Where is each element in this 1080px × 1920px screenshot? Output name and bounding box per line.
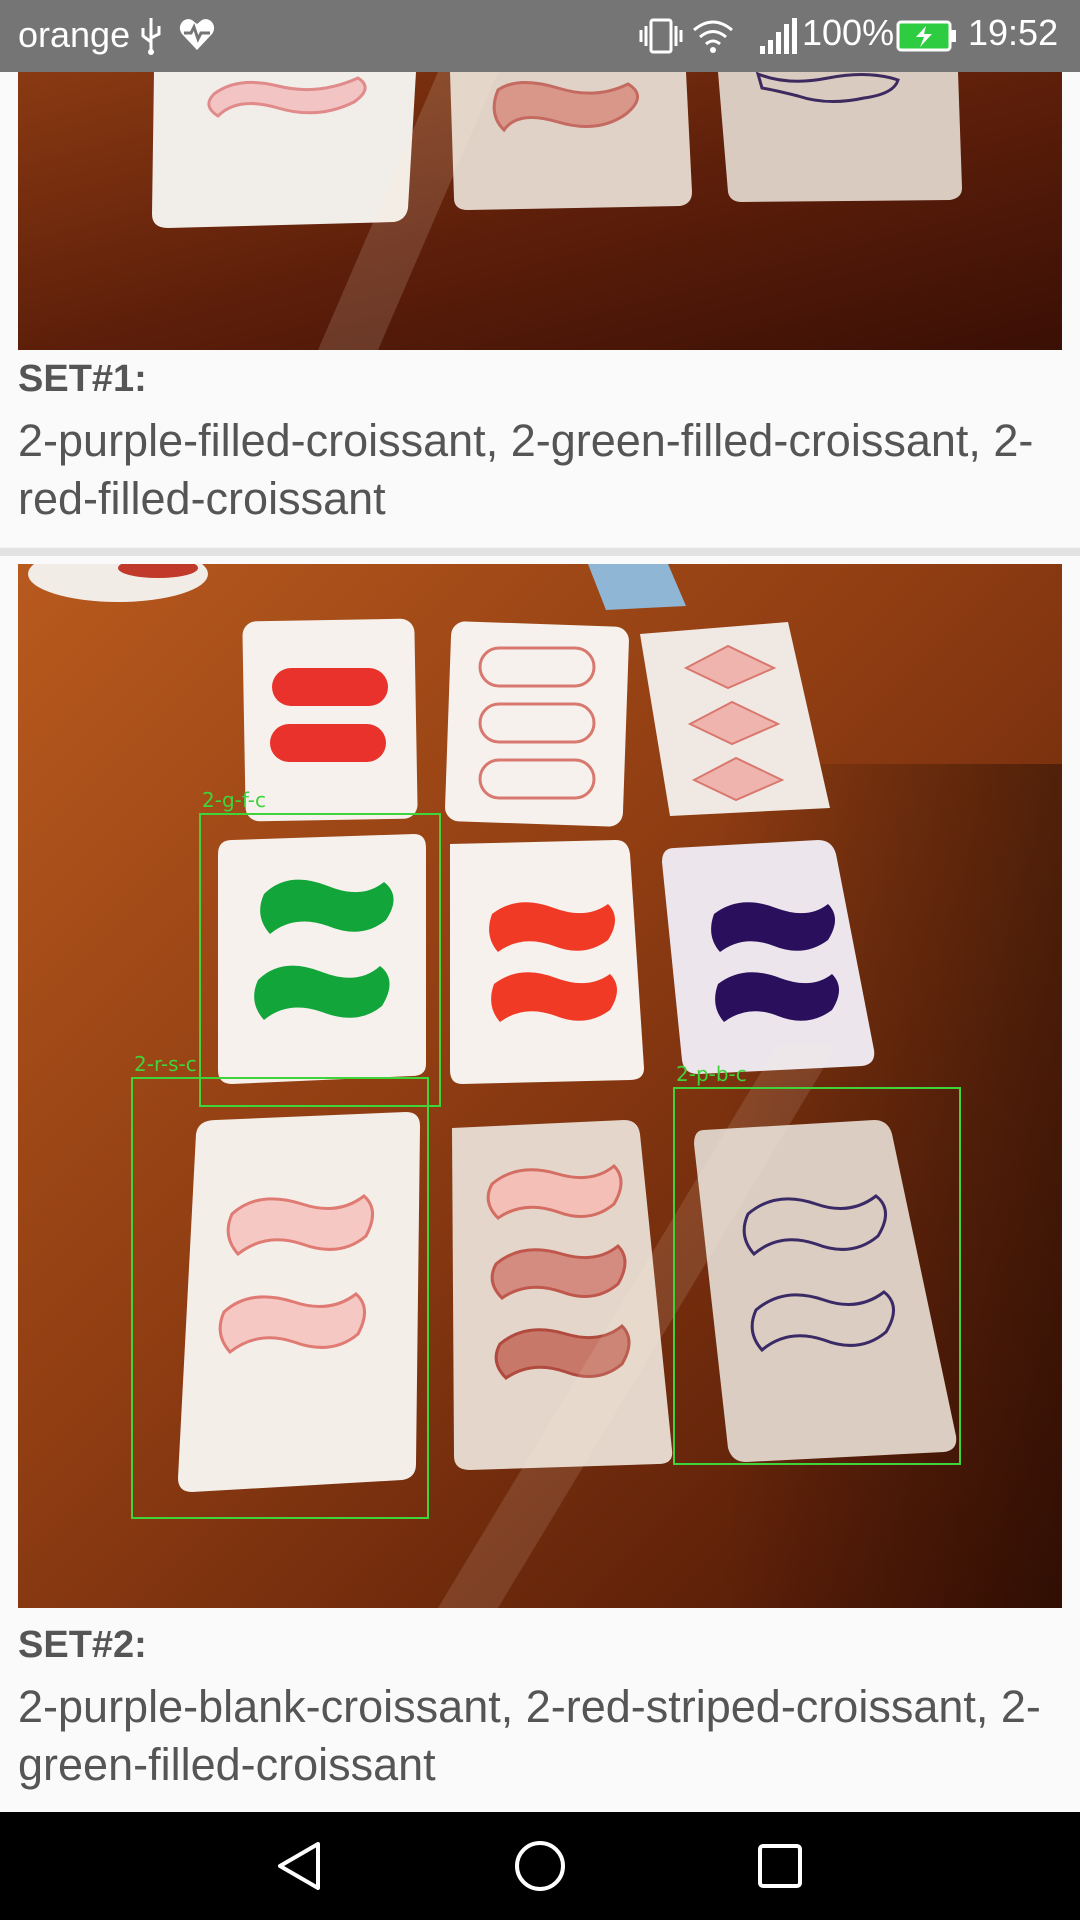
result-card-set2: 2-g-f-c 2-r-s-c 2-p-b-c SET#2: 2-purple-… [0, 556, 1080, 1812]
detection-label-3: 2-p-b-c [676, 1062, 747, 1086]
detection-label-1: 2-g-f-c [202, 788, 266, 812]
usb-icon [141, 18, 161, 55]
set2-photo: 2-g-f-c 2-r-s-c 2-p-b-c [18, 564, 1062, 1608]
set2-title: SET#2: [18, 1624, 147, 1666]
health-icon [179, 19, 215, 50]
detection-label-2: 2-r-s-c [134, 1052, 197, 1076]
set1-photo [18, 72, 1062, 350]
wifi-icon [693, 20, 733, 53]
results-list[interactable]: SET#1: 2-purple-filled-croissant, 2-gree… [0, 72, 1080, 1812]
result-card-set1: SET#1: 2-purple-filled-croissant, 2-gree… [0, 72, 1080, 547]
signal-icon [760, 18, 797, 54]
battery-percent: 100% [802, 12, 895, 53]
back-icon[interactable] [260, 1834, 340, 1898]
set2-cards: 2-purple-blank-croissant, 2-red-striped-… [18, 1681, 1041, 1790]
recents-icon[interactable] [740, 1834, 820, 1898]
set1-cards: 2-purple-filled-croissant, 2-green-fille… [18, 415, 1034, 524]
carrier-label: orange [18, 14, 131, 55]
home-icon[interactable] [500, 1834, 580, 1898]
battery-charging-icon [896, 20, 956, 52]
set1-title: SET#1: [18, 358, 147, 400]
status-bar: orange 100% 19:52 [0, 0, 1080, 72]
navigation-bar [0, 1812, 1080, 1920]
clock: 19:52 [968, 12, 1059, 53]
vibrate-icon [639, 18, 683, 54]
card-divider [0, 548, 1080, 556]
